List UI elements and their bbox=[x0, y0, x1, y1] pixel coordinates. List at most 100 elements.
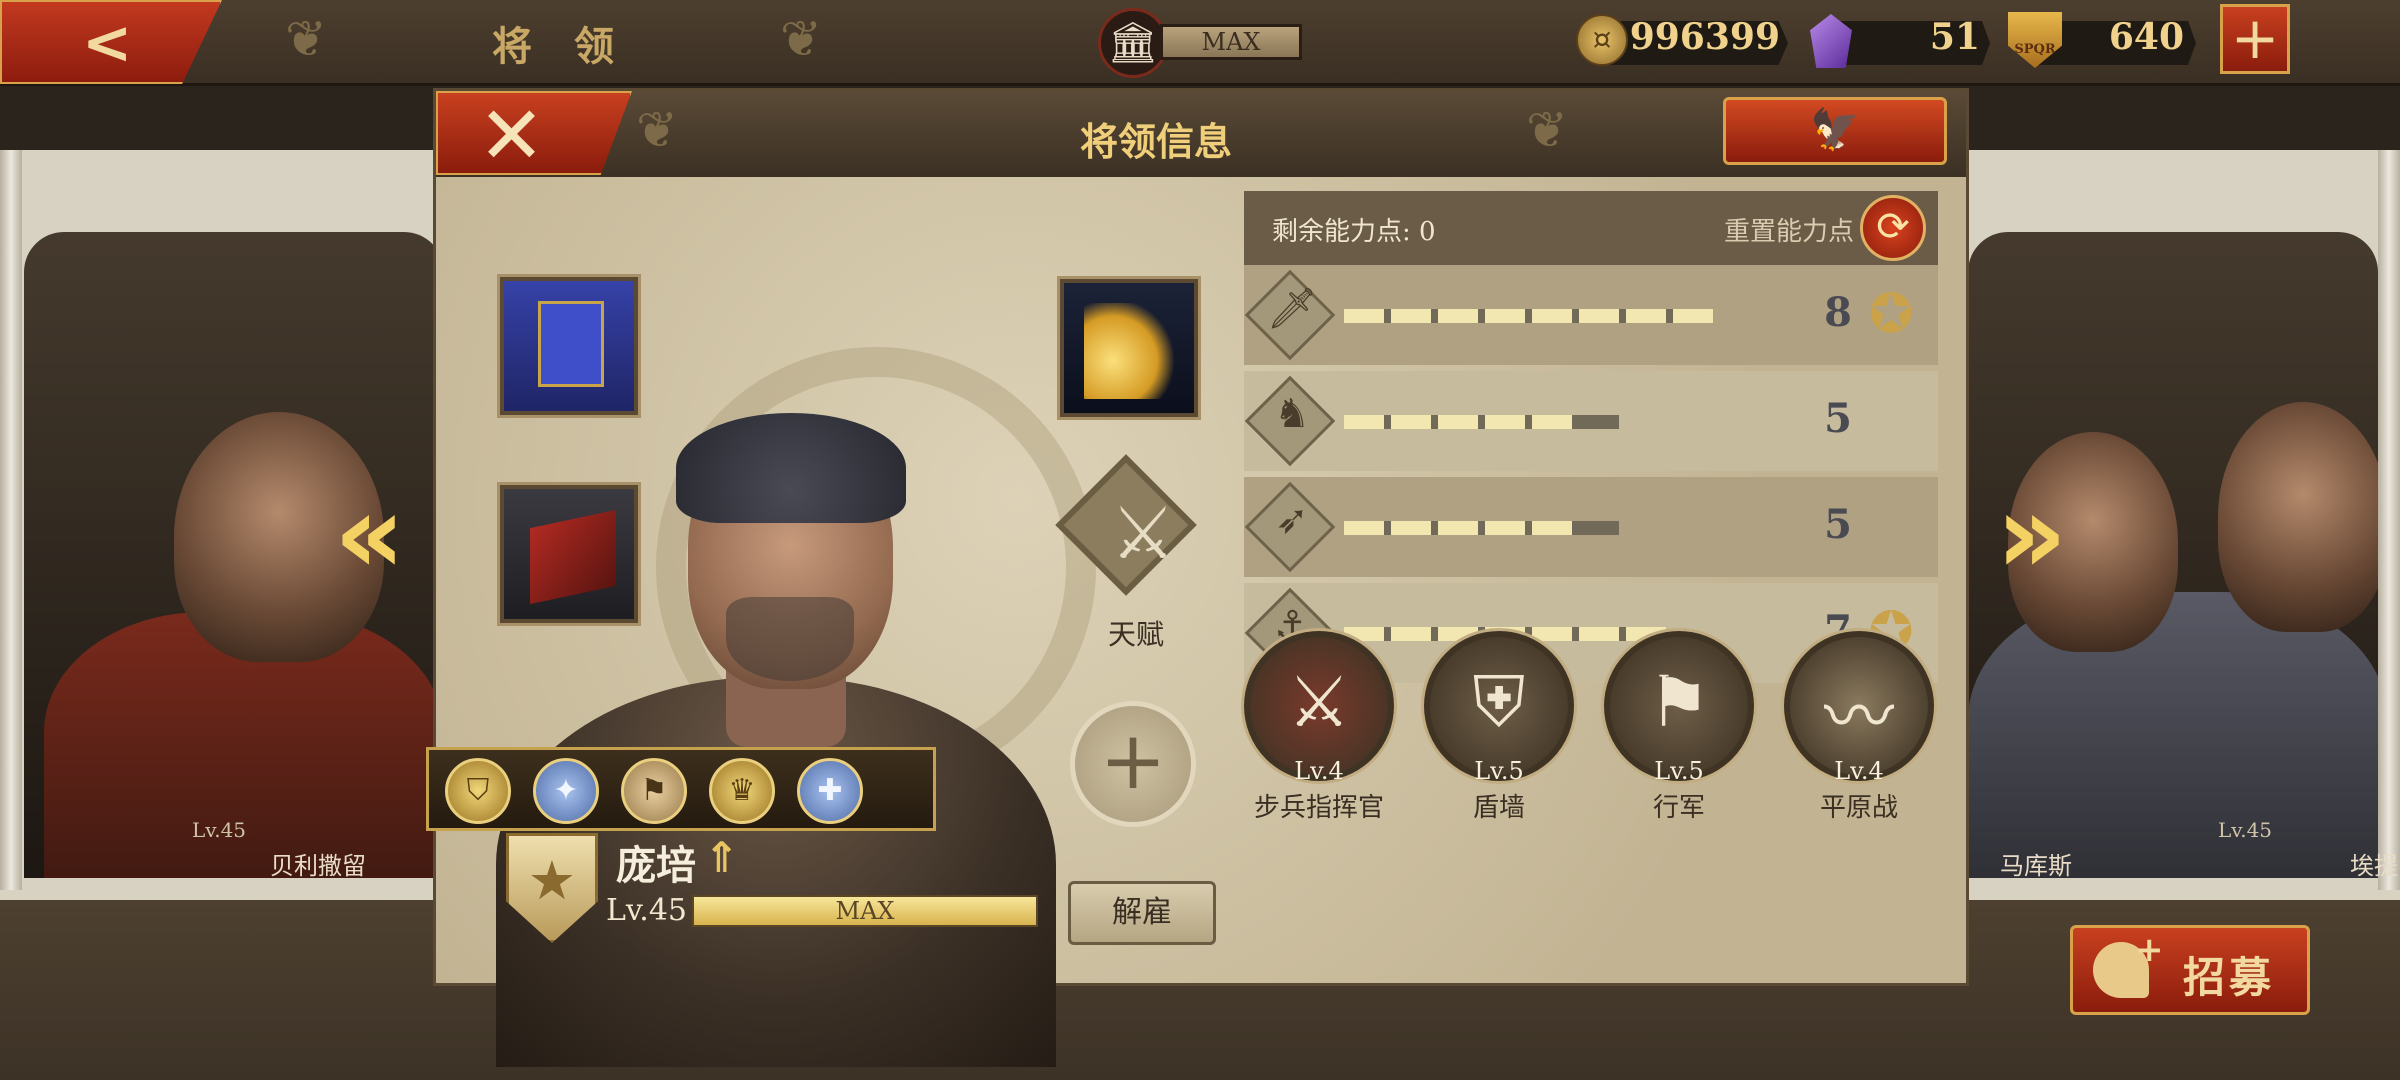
temple-icon[interactable]: 🏛 bbox=[1098, 8, 1168, 78]
recruit-button[interactable]: + 招募 bbox=[2070, 925, 2310, 1015]
shield-wall-icon: ⛨ bbox=[1472, 661, 1526, 743]
stat-bar-segment bbox=[1485, 309, 1525, 323]
recruit-label: 招募 bbox=[2183, 953, 2276, 1002]
stat-bar-segment bbox=[1438, 521, 1478, 535]
horse-icon: ♞ bbox=[1274, 391, 1310, 437]
experience-bar: MAX bbox=[692, 895, 1038, 927]
stat-bar-segment bbox=[1579, 627, 1619, 641]
crossed-swords-icon: ⚔ bbox=[1110, 491, 1176, 575]
skill-name: 行军 bbox=[1652, 793, 1705, 823]
gem-value: 51 bbox=[1929, 16, 1980, 58]
eagle-medal-icon[interactable]: ✦ bbox=[533, 758, 599, 824]
stat-bar-segment bbox=[1532, 415, 1572, 429]
page-title: 将 领 bbox=[492, 23, 628, 70]
next-hero-arrow-icon[interactable]: » bbox=[1996, 470, 2067, 598]
skill-name: 平原战 bbox=[1819, 793, 1898, 823]
stat-bar-segment bbox=[1391, 627, 1431, 641]
ability-points-row: 剩余能力点: 0 重置能力点 ⟳ bbox=[1244, 191, 1938, 265]
add-currency-button[interactable]: + bbox=[2220, 4, 2290, 74]
golden-wings-icon bbox=[1084, 303, 1180, 399]
stat-bar-segment bbox=[1344, 521, 1384, 535]
stat-row: 🗡 8 ✪ bbox=[1244, 265, 1938, 365]
spqr-token-value: 640 bbox=[2108, 16, 2184, 58]
panel-title: 将领信息 bbox=[1079, 119, 1232, 164]
side-hero-level: Lv.45 bbox=[2218, 818, 2273, 842]
rank-up-icon[interactable]: ⇑ bbox=[704, 833, 739, 882]
crossed-swords-icon: ⚔ bbox=[1287, 661, 1351, 743]
side-hero-body bbox=[1968, 592, 2378, 878]
experience-status: MAX bbox=[835, 897, 895, 925]
laurel-left-icon: ❦ bbox=[636, 101, 678, 159]
stat-bar-segment bbox=[1391, 415, 1431, 429]
reset-points-button[interactable]: ⟳ bbox=[1860, 195, 1926, 261]
skill-level: Lv.5 bbox=[1474, 757, 1524, 785]
stat-bar-track bbox=[1344, 521, 1619, 535]
wings-equipment-slot[interactable] bbox=[1060, 279, 1198, 417]
stat-value: 5 bbox=[1824, 395, 1852, 442]
stat-bar-segment bbox=[1485, 415, 1525, 429]
skill-level: Lv.4 bbox=[1834, 757, 1884, 785]
hero-level: Lv.45 bbox=[606, 893, 688, 928]
stat-bar-segment bbox=[1485, 521, 1525, 535]
lion-medal-icon[interactable]: ♛ bbox=[709, 758, 775, 824]
stat-bar-segment bbox=[1579, 309, 1619, 323]
column bbox=[2378, 150, 2400, 890]
skill-level: Lv.4 bbox=[1294, 757, 1344, 785]
book-equipment-slot[interactable] bbox=[500, 485, 638, 623]
dismiss-button[interactable]: 解雇 bbox=[1068, 881, 1216, 945]
stat-row: ➶ 5 bbox=[1244, 477, 1938, 577]
stat-bar-segment bbox=[1391, 309, 1431, 323]
skill-name: 步兵指挥官 bbox=[1253, 793, 1384, 823]
back-arrow-icon: < bbox=[82, 8, 133, 78]
stat-bar-segment bbox=[1438, 309, 1478, 323]
column bbox=[0, 150, 22, 890]
remaining-points-label: 剩余能力点: 0 bbox=[1272, 217, 1436, 247]
close-button[interactable]: ✕ bbox=[436, 91, 632, 175]
eagle-icon[interactable]: 🦅 bbox=[1723, 97, 1947, 165]
medal-bar: ⛉ ✦ ⚑ ♛ ✚ bbox=[426, 747, 936, 831]
general-info-panel: ✕ ❦ 将领信息 ❦ 🦅 ⚔ 天赋 + ⛉ ✦ ⚑ ♛ ✚ ★ 庞培 ⇑ Lv.… bbox=[426, 88, 1969, 1067]
stat-value: 5 bbox=[1824, 501, 1852, 548]
spqr-banner-icon bbox=[538, 301, 604, 387]
plus-icon: + bbox=[2135, 930, 2164, 970]
hero-name: 庞培 bbox=[616, 842, 696, 889]
plains-icon: 〰 bbox=[1824, 676, 1894, 758]
reset-points-label: 重置能力点 bbox=[1724, 217, 1855, 247]
hero-beard bbox=[726, 597, 854, 681]
close-icon: ✕ bbox=[478, 89, 546, 182]
skill-level: Lv.5 bbox=[1654, 757, 1704, 785]
temple-status: MAX bbox=[1160, 24, 1302, 60]
stat-bar-segment bbox=[1626, 309, 1666, 323]
stat-bar-segment bbox=[1391, 521, 1431, 535]
stat-bar-segment bbox=[1438, 415, 1478, 429]
laurel-right-icon: ❦ bbox=[1526, 101, 1568, 159]
add-slot-button[interactable]: + bbox=[1070, 701, 1196, 827]
cross-medal-icon[interactable]: ✚ bbox=[797, 758, 863, 824]
skill-name: 盾墙 bbox=[1472, 793, 1525, 823]
side-hero-name: 埃提 bbox=[2350, 852, 2398, 880]
stat-bar-segment bbox=[1532, 521, 1572, 535]
banner-equipment-slot[interactable] bbox=[500, 277, 638, 415]
stat-row: ♞ 5 bbox=[1244, 371, 1938, 471]
stat-bar-segment bbox=[1532, 627, 1572, 641]
side-hero-level: Lv.45 bbox=[192, 818, 247, 842]
talent-label: 天赋 bbox=[1107, 618, 1164, 651]
laurel-right-icon: ❦ bbox=[780, 10, 822, 68]
panel-body: ⚔ 天赋 + ⛉ ✦ ⚑ ♛ ✚ ★ 庞培 ⇑ Lv.45 MAX 解雇 剩余能… bbox=[426, 177, 1966, 1067]
side-hero-name: 贝利撒留 bbox=[270, 852, 366, 880]
banner-medal-icon[interactable]: ⚑ bbox=[621, 758, 687, 824]
bow-icon: ➶ bbox=[1275, 497, 1309, 543]
side-hero-name: 马库斯 bbox=[2000, 852, 2072, 880]
previous-hero-arrow-icon[interactable]: « bbox=[334, 470, 405, 598]
shield-medal-icon[interactable]: ⛉ bbox=[445, 758, 511, 824]
hero-hair bbox=[676, 413, 906, 523]
star-badge-icon: ✪ bbox=[1868, 282, 1914, 345]
stat-value: 8 bbox=[1824, 289, 1852, 336]
stat-bar-segment bbox=[1344, 309, 1384, 323]
gold-value: 996399 bbox=[1629, 16, 1780, 58]
side-hero-face bbox=[2218, 402, 2378, 632]
red-book-icon bbox=[530, 509, 616, 605]
marching-soldiers-icon: ⚑ bbox=[1647, 661, 1711, 743]
stat-bar-track bbox=[1344, 415, 1619, 429]
stat-bar-segment bbox=[1532, 309, 1572, 323]
